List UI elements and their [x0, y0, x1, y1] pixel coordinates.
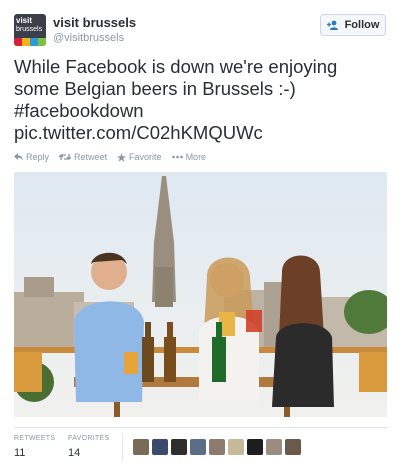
favoriter-avatar[interactable]: [209, 439, 225, 455]
person-plus-icon: [326, 20, 338, 30]
favorite-label: Favorite: [129, 152, 162, 162]
retweets-label: RETWEETS: [14, 435, 56, 442]
divider: [14, 427, 387, 428]
more-label: More: [185, 152, 207, 162]
favoriter-avatar[interactable]: [152, 439, 168, 455]
account-avatar[interactable]: visit brussels: [14, 14, 46, 46]
account-handle[interactable]: @visitbrussels: [53, 32, 124, 44]
favoriter-avatar[interactable]: [171, 439, 187, 455]
favoriter-avatar[interactable]: [228, 439, 244, 455]
favoriter-avatar[interactable]: [247, 439, 263, 455]
reply-action[interactable]: Reply: [14, 152, 49, 162]
follow-button[interactable]: Follow: [320, 14, 386, 36]
retweet-icon: [59, 154, 72, 160]
avatar-logo-subtext: brussels: [16, 26, 43, 33]
retweet-action[interactable]: Retweet: [59, 152, 107, 162]
follow-button-label: Follow: [344, 19, 380, 31]
retweets-count[interactable]: 11: [14, 447, 25, 459]
reply-label: Reply: [26, 152, 50, 162]
favoriter-avatar[interactable]: [285, 439, 301, 455]
tweet-line: While Facebook is down we're enjoying: [14, 56, 338, 77]
hashtag-link[interactable]: #facebookdown: [14, 100, 389, 122]
pic-link[interactable]: pic.twitter.com/C02hKMQUWc: [14, 122, 389, 144]
reply-icon: [14, 153, 23, 161]
star-icon: [117, 152, 127, 162]
favoriter-avatar[interactable]: [190, 439, 206, 455]
stats-divider: [122, 433, 123, 461]
avatar-logo-text: visit: [16, 16, 33, 25]
favorites-label: FAVORITES: [68, 435, 110, 442]
display-name[interactable]: visit brussels: [53, 15, 136, 30]
favoriter-avatar[interactable]: [266, 439, 282, 455]
tweet-text: While Facebook is down we're enjoying so…: [14, 56, 389, 144]
favorites-count[interactable]: 14: [68, 447, 80, 459]
tweet-actions: Reply Retweet Favorite More: [14, 152, 206, 162]
retweet-label: Retweet: [74, 152, 108, 162]
tweet-line: some Belgian beers in Brussels :-): [14, 78, 296, 99]
photo-scene: [14, 172, 387, 417]
favoriter-avatar[interactable]: [133, 439, 149, 455]
favoriter-avatars: [133, 439, 301, 455]
more-action[interactable]: More: [171, 152, 207, 162]
tweet-photo[interactable]: [14, 172, 387, 417]
avatar-logo-stripe: [14, 38, 46, 46]
favorite-action[interactable]: Favorite: [117, 152, 162, 162]
more-dots-icon: [171, 155, 183, 159]
